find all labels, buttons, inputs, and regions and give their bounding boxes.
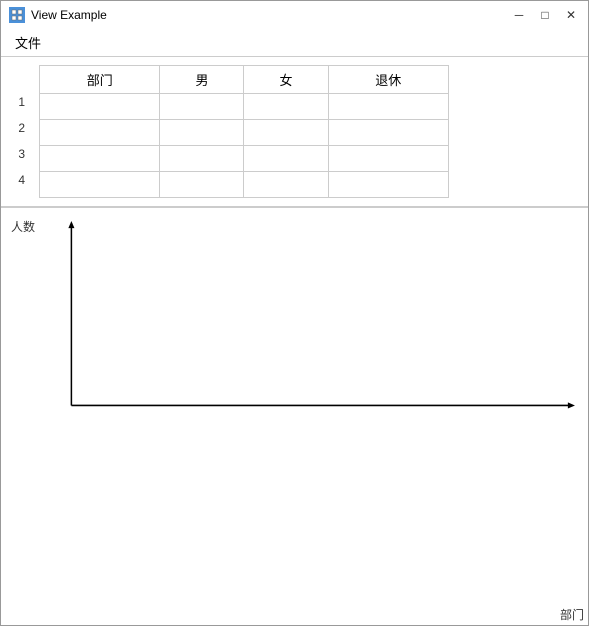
table-row — [40, 94, 449, 120]
menu-bar: 文件 — [1, 29, 588, 57]
cell-3-4[interactable] — [328, 146, 448, 172]
main-window: View Example ─ □ ✕ 文件 1 2 3 4 — [0, 0, 589, 626]
cell-3-3[interactable] — [244, 146, 328, 172]
table-wrapper: 1 2 3 4 部门 男 女 退休 — [13, 61, 580, 198]
col-header-female: 女 — [244, 66, 328, 94]
cell-1-1[interactable] — [40, 94, 160, 120]
col-header-male: 男 — [160, 66, 244, 94]
data-table: 部门 男 女 退休 — [39, 65, 449, 198]
cell-2-1[interactable] — [40, 120, 160, 146]
app-icon — [9, 7, 25, 23]
chart-x-label: 部门 — [560, 606, 584, 623]
window-controls: ─ □ ✕ — [510, 6, 580, 24]
table-row — [40, 120, 449, 146]
cell-1-3[interactable] — [244, 94, 328, 120]
cell-3-1[interactable] — [40, 146, 160, 172]
cell-1-4[interactable] — [328, 94, 448, 120]
cell-2-4[interactable] — [328, 120, 448, 146]
window-title: View Example — [31, 8, 107, 22]
cell-4-2[interactable] — [160, 172, 244, 198]
top-panel: 1 2 3 4 部门 男 女 退休 — [1, 57, 588, 208]
cell-4-4[interactable] — [328, 172, 448, 198]
cell-4-1[interactable] — [40, 172, 160, 198]
row-numbers: 1 2 3 4 — [13, 89, 29, 193]
row-num-4: 4 — [13, 167, 29, 193]
cell-2-3[interactable] — [244, 120, 328, 146]
col-header-retired: 退休 — [328, 66, 448, 94]
row-num-2: 2 — [13, 115, 29, 141]
table-row — [40, 146, 449, 172]
maximize-button[interactable]: □ — [536, 6, 554, 24]
minimize-button[interactable]: ─ — [510, 6, 528, 24]
chart-y-label: 人数 — [11, 218, 35, 235]
menu-item-file[interactable]: 文件 — [9, 31, 47, 54]
col-header-dept: 部门 — [40, 66, 160, 94]
title-bar-left: View Example — [9, 7, 107, 23]
cell-2-2[interactable] — [160, 120, 244, 146]
content-area: 1 2 3 4 部门 男 女 退休 — [1, 57, 588, 625]
chart-svg — [41, 218, 578, 421]
row-num-1: 1 — [13, 89, 29, 115]
close-button[interactable]: ✕ — [562, 6, 580, 24]
table-row — [40, 172, 449, 198]
chart-area: 人数 部门 — [41, 218, 578, 605]
bottom-panel: 人数 部门 — [1, 208, 588, 625]
cell-3-2[interactable] — [160, 146, 244, 172]
title-bar: View Example ─ □ ✕ — [1, 1, 588, 29]
cell-1-2[interactable] — [160, 94, 244, 120]
cell-4-3[interactable] — [244, 172, 328, 198]
row-num-3: 3 — [13, 141, 29, 167]
